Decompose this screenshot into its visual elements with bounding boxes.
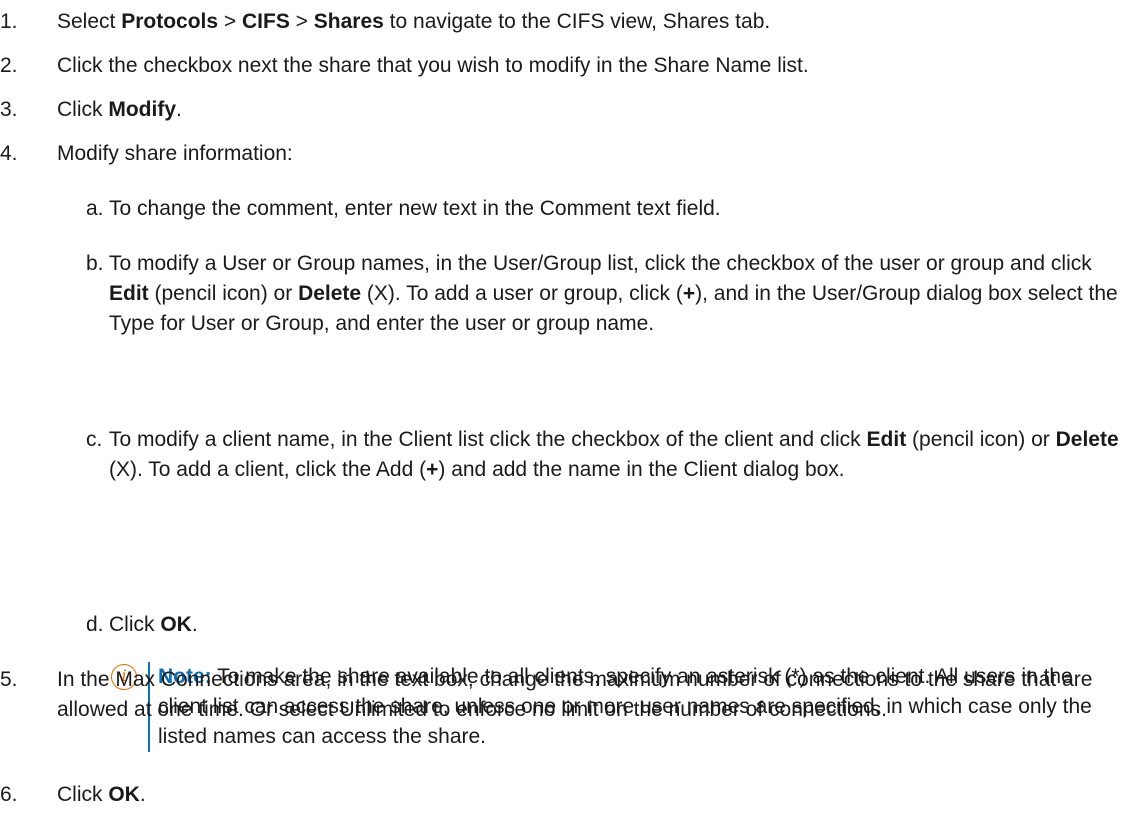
text-run: to navigate to the CIFS view, Shares tab… <box>383 10 771 33</box>
ui-term: Delete <box>298 282 362 305</box>
step-number: 5. <box>0 668 18 691</box>
step-number: 1. <box>0 10 18 33</box>
ui-term: Shares <box>313 10 384 33</box>
substep-text: Click OK. <box>109 610 1119 640</box>
text-run: To change the comment, enter new text in… <box>109 197 721 220</box>
step-5: 5. In the Max Connections area, in the t… <box>0 665 1119 725</box>
substep-text: To modify a User or Group names, in the … <box>109 249 1119 339</box>
step-number: 6. <box>0 783 18 806</box>
ui-term: Delete <box>1055 428 1119 451</box>
text-run: To modify a User or Group names, in the … <box>109 252 1092 275</box>
ui-term: Modify <box>108 98 176 121</box>
text-run: To modify a client name, in the Client l… <box>109 428 867 451</box>
substep-letter: d. <box>86 613 104 636</box>
step-text: In the Max Connections area, in the text… <box>57 665 1119 725</box>
text-run: (pencil icon) or <box>906 428 1056 451</box>
step-text: Click the checkbox next the share that y… <box>57 51 1119 81</box>
ui-term: CIFS <box>242 10 290 33</box>
text-run: Click <box>57 98 109 121</box>
step-text: Select Protocols > CIFS > Shares to navi… <box>57 7 1119 37</box>
step-2: 2. Click the checkbox next the share tha… <box>0 51 1119 81</box>
text-run: (X). To add a user or group, click ( <box>361 282 683 305</box>
step-1: 1. Select Protocols > CIFS > Shares to n… <box>0 7 1119 37</box>
substep-a: a. To change the comment, enter new text… <box>86 194 1119 224</box>
text-run: . <box>176 98 182 121</box>
ui-term: Edit <box>866 428 907 451</box>
text-run: ) and add the name in the Client dialog … <box>438 458 845 481</box>
step-number: 3. <box>0 98 18 121</box>
text-run: Click <box>57 783 109 806</box>
step-3: 3. Click Modify. <box>0 95 1119 125</box>
step-text: Modify share information: <box>57 139 1119 169</box>
substep-d: d. Click OK. <box>86 610 1119 640</box>
substep-text: To modify a client name, in the Client l… <box>109 425 1119 485</box>
substep-letter: a. <box>86 197 104 220</box>
text-run: > <box>218 10 242 33</box>
ui-term: Protocols <box>121 10 219 33</box>
substep-c: c. To modify a client name, in the Clien… <box>86 425 1119 485</box>
substep-text: To change the comment, enter new text in… <box>109 194 1119 224</box>
substep-b: b. To modify a User or Group names, in t… <box>86 249 1119 339</box>
text-run: . <box>191 613 198 636</box>
step-text: Click OK. <box>57 780 1119 810</box>
step-number: 4. <box>0 142 18 165</box>
ui-term: + <box>426 458 439 481</box>
step-number: 2. <box>0 54 18 77</box>
step-6: 6. Click OK. <box>0 780 1119 810</box>
step-4: 4. Modify share information: <box>0 139 1119 169</box>
step-text: Click Modify. <box>57 95 1119 125</box>
text-run: . <box>139 783 146 806</box>
text-run: (X). To add a client, click the Add ( <box>109 458 427 481</box>
text-run: Click the checkbox next the share that y… <box>57 54 809 77</box>
text-run: (pencil icon) or <box>148 282 299 305</box>
text-run: > <box>289 10 314 33</box>
substep-letter: c. <box>86 428 103 451</box>
ui-term: Edit <box>109 282 149 305</box>
text-run: Click <box>109 613 161 636</box>
ui-term: + <box>682 282 696 305</box>
text-run: In the Max Connections area, in the text… <box>57 668 1093 721</box>
text-run: Select <box>57 10 122 33</box>
procedure-document: 1. Select Protocols > CIFS > Shares to n… <box>0 0 1139 819</box>
ui-term: OK <box>108 783 140 806</box>
ui-term: OK <box>160 613 192 636</box>
substep-letter: b. <box>86 252 104 275</box>
text-run: Modify share information: <box>57 142 293 165</box>
